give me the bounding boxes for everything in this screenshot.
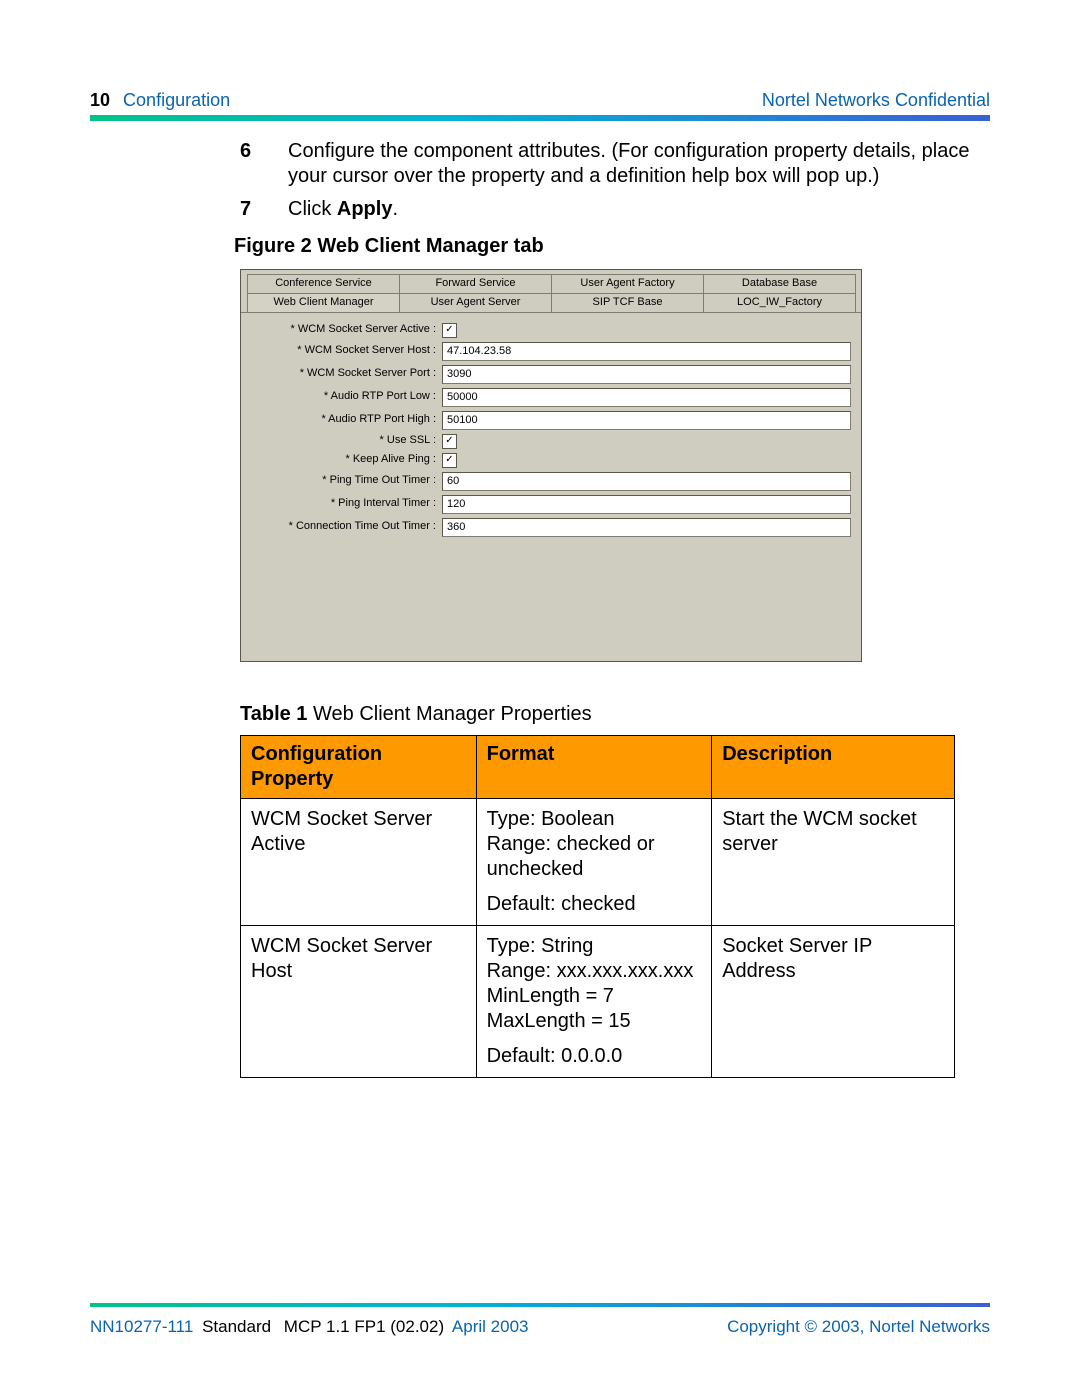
field-label: * WCM Socket Server Port :: [251, 367, 442, 381]
tab-user-agent-server[interactable]: User Agent Server: [399, 293, 552, 312]
field-label: * Use SSL :: [251, 434, 442, 448]
form-row: * Connection Time Out Timer :360: [251, 518, 851, 537]
figure-caption: Figure 2 Web Client Manager tab: [234, 234, 990, 259]
wcm-form: * WCM Socket Server Active :✓* WCM Socke…: [241, 313, 861, 661]
field-label: * Ping Time Out Timer :: [251, 474, 442, 488]
col-header-format: Format: [476, 735, 712, 798]
col-header-description: Description: [712, 735, 955, 798]
field-label: * Ping Interval Timer :: [251, 497, 442, 511]
cell-description: Socket Server IP Address: [712, 925, 955, 1077]
table-row: WCM Socket Server ActiveType: BooleanRan…: [241, 798, 955, 925]
form-row: * WCM Socket Server Host :47.104.23.58: [251, 342, 851, 361]
header-rule: [90, 115, 990, 121]
cell-format: Type: StringRange: xxx.xxx.xxx.xxxMinLen…: [476, 925, 712, 1077]
cell-description: Start the WCM socket server: [712, 798, 955, 925]
form-row: * Audio RTP Port Low :50000: [251, 388, 851, 407]
tab-loc-iw-factory[interactable]: LOC_IW_Factory: [703, 293, 856, 312]
text-input[interactable]: 360: [442, 518, 851, 537]
step-6: 6 Configure the component attributes. (F…: [240, 139, 990, 189]
col-header-property: Configuration Property: [241, 735, 477, 798]
confidential-label: Nortel Networks Confidential: [762, 90, 990, 111]
footer-left: NN10277-111 Standard MCP 1.1 FP1 (02.02)…: [90, 1317, 528, 1337]
field-label: * Audio RTP Port Low :: [251, 390, 442, 404]
page-header-left: 10 Configuration: [90, 90, 230, 111]
form-row: * Ping Interval Timer :120: [251, 495, 851, 514]
doc-id: NN10277-111: [90, 1317, 193, 1336]
cell-property: WCM Socket Server Host: [241, 925, 477, 1077]
form-row: * WCM Socket Server Active :✓: [251, 323, 851, 338]
cell-format: Type: BooleanRange: checked or unchecked…: [476, 798, 712, 925]
doc-standard: Standard: [202, 1317, 271, 1336]
doc-version: MCP 1.1 FP1 (02.02): [284, 1317, 444, 1336]
table-caption: Table 1 Web Client Manager Properties: [240, 702, 990, 727]
checkbox[interactable]: ✓: [442, 323, 457, 338]
text-input[interactable]: 47.104.23.58: [442, 342, 851, 361]
field-label: * WCM Socket Server Host :: [251, 344, 442, 358]
field-label: * Keep Alive Ping :: [251, 453, 442, 467]
page-number: 10: [90, 90, 110, 110]
properties-table: Configuration Property Format Descriptio…: [240, 735, 955, 1078]
table-row: WCM Socket Server HostType: StringRange:…: [241, 925, 955, 1077]
form-row: * Use SSL :✓: [251, 434, 851, 449]
step-text-bold: Apply: [337, 198, 393, 220]
step-number: 6: [240, 139, 288, 189]
tab-database-base[interactable]: Database Base: [703, 274, 856, 293]
text-input[interactable]: 50100: [442, 411, 851, 430]
cell-property: WCM Socket Server Active: [241, 798, 477, 925]
text-input[interactable]: 50000: [442, 388, 851, 407]
doc-date: April 2003: [452, 1317, 529, 1336]
section-title: Configuration: [123, 90, 230, 110]
step-number: 7: [240, 197, 288, 222]
tab-forward-service[interactable]: Forward Service: [399, 274, 552, 293]
tab-bar: Conference Service Forward Service User …: [241, 270, 861, 313]
table-caption-bold: Table 1: [240, 703, 307, 725]
tab-web-client-manager[interactable]: Web Client Manager: [247, 293, 400, 312]
text-input[interactable]: 3090: [442, 365, 851, 384]
step-text-suffix: .: [392, 198, 398, 220]
checkbox[interactable]: ✓: [442, 453, 457, 468]
field-label: * WCM Socket Server Active :: [251, 323, 442, 337]
step-text: Configure the component attributes. (For…: [288, 139, 990, 189]
field-label: * Connection Time Out Timer :: [251, 520, 442, 534]
form-row: * Keep Alive Ping :✓: [251, 453, 851, 468]
copyright: Copyright © 2003, Nortel Networks: [727, 1317, 990, 1337]
tab-sip-tcf-base[interactable]: SIP TCF Base: [551, 293, 704, 312]
tab-conference-service[interactable]: Conference Service: [247, 274, 400, 293]
field-label: * Audio RTP Port High :: [251, 413, 442, 427]
text-input[interactable]: 120: [442, 495, 851, 514]
step-text: Click Apply.: [288, 197, 398, 222]
text-input[interactable]: 60: [442, 472, 851, 491]
form-row: * WCM Socket Server Port :3090: [251, 365, 851, 384]
table-caption-rest: Web Client Manager Properties: [307, 703, 591, 725]
checkbox[interactable]: ✓: [442, 434, 457, 449]
wcm-panel: Conference Service Forward Service User …: [240, 269, 862, 662]
step-text-prefix: Click: [288, 198, 337, 220]
step-7: 7 Click Apply.: [240, 197, 990, 222]
tab-user-agent-factory[interactable]: User Agent Factory: [551, 274, 704, 293]
form-row: * Audio RTP Port High :50100: [251, 411, 851, 430]
footer-rule: [90, 1303, 990, 1307]
form-row: * Ping Time Out Timer :60: [251, 472, 851, 491]
